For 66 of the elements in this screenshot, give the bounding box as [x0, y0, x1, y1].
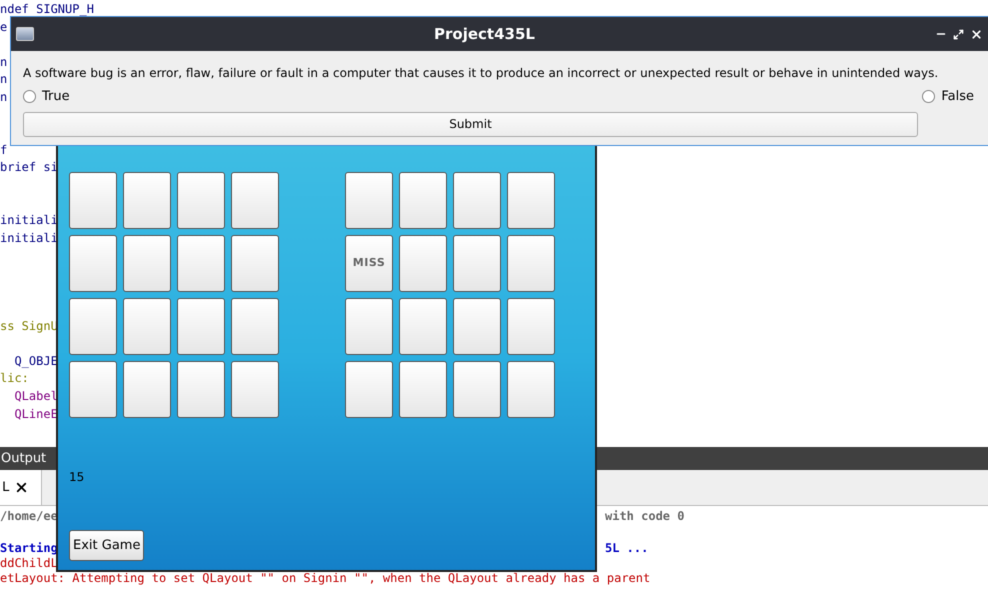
code-line: brief si	[0, 159, 58, 176]
game-tile[interactable]	[231, 235, 279, 292]
code-line: lic:	[0, 370, 29, 388]
output-line: Starting	[0, 541, 58, 556]
game-tile[interactable]	[69, 298, 117, 355]
game-tile[interactable]	[453, 298, 501, 355]
game-tile[interactable]	[399, 235, 447, 292]
game-tile[interactable]: MISS	[345, 235, 393, 292]
maximize-icon[interactable]	[953, 28, 964, 40]
game-tile[interactable]	[345, 361, 393, 418]
close-icon[interactable]	[970, 28, 983, 40]
game-tile[interactable]	[177, 361, 225, 418]
code-line: Q_OBJE	[13, 352, 58, 370]
game-tile[interactable]	[399, 361, 447, 418]
radio-option[interactable]: False	[922, 87, 974, 106]
game-tile[interactable]	[177, 298, 225, 355]
code-line: n	[0, 54, 8, 71]
code-line: n	[0, 71, 8, 88]
code-line: e	[0, 18, 8, 36]
code-line: ndef SIGNUP_H	[0, 1, 94, 18]
code-line: initiali	[0, 230, 58, 247]
output-line: 5L ...	[605, 541, 650, 556]
game-tile[interactable]	[177, 235, 225, 292]
output-line: /home/ee	[0, 509, 58, 524]
game-tile[interactable]	[123, 298, 171, 355]
game-tile[interactable]	[231, 172, 279, 229]
game-tile[interactable]	[69, 235, 117, 292]
game-tile[interactable]	[69, 172, 117, 229]
game-tile[interactable]	[123, 235, 171, 292]
output-tab[interactable]: L	[0, 470, 42, 505]
exit-game-button[interactable]: Exit Game	[69, 530, 144, 561]
window-icon	[16, 27, 34, 41]
score-text: 15	[69, 469, 84, 486]
game-tile[interactable]	[345, 172, 393, 229]
game-tile[interactable]	[345, 298, 393, 355]
game-tile[interactable]	[453, 235, 501, 292]
game-tile[interactable]	[231, 361, 279, 418]
output-line: with code 0	[605, 509, 686, 524]
output-title: Output	[1, 450, 46, 468]
game-tile[interactable]	[453, 361, 501, 418]
game-tile[interactable]	[507, 172, 555, 229]
game-tile[interactable]	[123, 361, 171, 418]
window-title: Project435L	[434, 24, 535, 45]
game-tile[interactable]	[453, 172, 501, 229]
game-tile[interactable]	[507, 361, 555, 418]
game-tile[interactable]	[507, 235, 555, 292]
game-tile[interactable]	[177, 172, 225, 229]
game-tile[interactable]	[399, 172, 447, 229]
output-line: etLayout: Attempting to set QLayout "" on Signin "", when the QLayout already has a parent	[0, 571, 650, 586]
tab-label: L	[2, 478, 10, 497]
code-line: n	[0, 88, 8, 106]
code-line: QLineE	[13, 406, 58, 423]
code-line: initiali	[0, 212, 58, 230]
submit-button[interactable]: Submit	[23, 112, 918, 136]
game-tile[interactable]	[123, 172, 171, 229]
output-line: ddChildL	[0, 556, 58, 571]
radio-option[interactable]: True	[23, 87, 70, 106]
radio-button[interactable]	[23, 90, 36, 104]
code-line: f	[0, 142, 8, 159]
code-line: QLabel	[13, 388, 58, 406]
game-tile[interactable]	[507, 298, 555, 355]
radio-button[interactable]	[922, 90, 936, 104]
question-text: A software bug is an error, flaw, failure or fault in a computer that causes it to produce an incorrect or unexpected result or behave in unintended ways.	[23, 65, 940, 82]
game-tile[interactable]	[69, 361, 117, 418]
game-tile[interactable]	[399, 298, 447, 355]
game-tile[interactable]	[231, 298, 279, 355]
